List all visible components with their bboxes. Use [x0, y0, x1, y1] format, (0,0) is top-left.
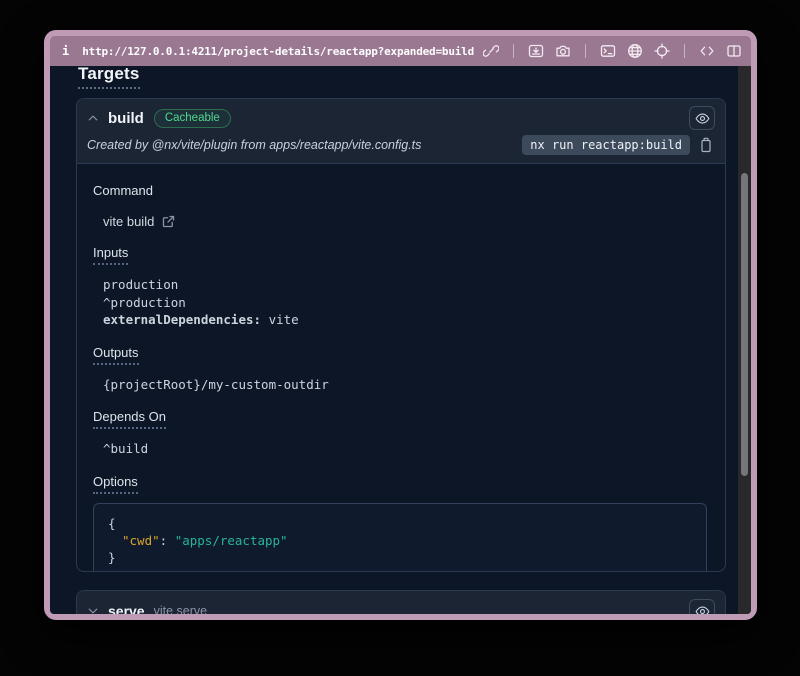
- scrollbar-track[interactable]: [738, 66, 751, 614]
- section-command: Command vite build: [93, 182, 709, 229]
- targets-heading: Targets: [78, 66, 140, 89]
- serve-target-header[interactable]: serve vite serve: [77, 591, 725, 614]
- json-line: "cwd": "apps/reactapp": [108, 532, 692, 549]
- json-key: "cwd": [122, 533, 160, 548]
- input-external-deps-key: externalDependencies:: [103, 312, 261, 327]
- copy-button[interactable]: [699, 137, 713, 153]
- build-target-card: build Cacheable Created by @nx/vite/plug…: [76, 98, 726, 572]
- input-item: externalDependencies: vite: [103, 311, 709, 329]
- save-icon[interactable]: [528, 43, 544, 59]
- depends-on-item: ^build: [103, 440, 709, 458]
- json-line: }: [108, 549, 692, 566]
- options-heading: Options: [93, 474, 138, 494]
- toolbar-actions: [483, 43, 742, 59]
- url-text[interactable]: http://127.0.0.1:4211/project-details/re…: [82, 45, 474, 58]
- external-link-icon[interactable]: [162, 215, 175, 228]
- toolbar-divider: [684, 44, 685, 58]
- command-heading: Command: [93, 183, 153, 201]
- build-target-details: Command vite build Inputs production: [77, 164, 725, 572]
- chevron-up-icon[interactable]: [87, 112, 99, 124]
- section-outputs: Outputs {projectRoot}/my-custom-outdir: [93, 344, 709, 394]
- target-icon[interactable]: [654, 43, 670, 59]
- build-target-header[interactable]: build Cacheable Created by @nx/vite/plug…: [77, 99, 725, 164]
- serve-target-title: serve: [108, 603, 145, 614]
- json-value: "apps/reactapp": [175, 533, 288, 548]
- serve-target-card: serve vite serve: [76, 590, 726, 614]
- outputs-heading: Outputs: [93, 345, 139, 365]
- toolbar-divider: [585, 44, 586, 58]
- command-value: vite build: [103, 214, 154, 229]
- serve-target-subtitle: vite serve: [154, 604, 208, 614]
- view-in-graph-button[interactable]: [689, 106, 715, 130]
- globe-icon[interactable]: [627, 43, 643, 59]
- eye-icon: [695, 604, 710, 615]
- depends-on-heading: Depends On: [93, 409, 166, 429]
- scrollbar-thumb[interactable]: [741, 173, 748, 476]
- inputs-heading: Inputs: [93, 245, 128, 265]
- build-target-title: build: [108, 110, 144, 127]
- input-item: production: [103, 276, 709, 294]
- json-separator: :: [160, 533, 175, 548]
- json-line: {: [108, 515, 692, 532]
- section-depends-on: Depends On ^build: [93, 408, 709, 458]
- section-inputs: Inputs production ^production externalDe…: [93, 244, 709, 329]
- browser-window: i http://127.0.0.1:4211/project-details/…: [44, 30, 757, 620]
- chevron-down-icon[interactable]: [87, 605, 99, 614]
- copy-icon: [699, 137, 713, 153]
- columns-icon[interactable]: [726, 43, 742, 59]
- eye-icon: [695, 111, 710, 126]
- info-icon: i: [62, 44, 69, 58]
- toolbar-divider: [513, 44, 514, 58]
- created-by-text: Created by @nx/vite/plugin from apps/rea…: [87, 138, 522, 152]
- input-item: ^production: [103, 294, 709, 312]
- camera-icon[interactable]: [555, 43, 571, 59]
- input-external-deps-value: vite: [261, 312, 299, 327]
- output-item: {projectRoot}/my-custom-outdir: [103, 376, 709, 394]
- section-options: Options { "cwd": "apps/reactapp" }: [93, 473, 709, 573]
- terminal-icon[interactable]: [600, 43, 616, 59]
- project-details-panel: Targets build Cacheable: [50, 66, 738, 614]
- browser-toolbar: i http://127.0.0.1:4211/project-details/…: [50, 36, 751, 66]
- code-icon[interactable]: [699, 43, 715, 59]
- page-content: Targets build Cacheable: [50, 66, 751, 614]
- cacheable-badge: Cacheable: [154, 109, 231, 128]
- options-json-box: { "cwd": "apps/reactapp" }: [93, 503, 707, 573]
- link-icon[interactable]: [483, 43, 499, 59]
- run-command-chip: nx run reactapp:build: [522, 135, 690, 155]
- view-in-graph-button[interactable]: [689, 599, 715, 614]
